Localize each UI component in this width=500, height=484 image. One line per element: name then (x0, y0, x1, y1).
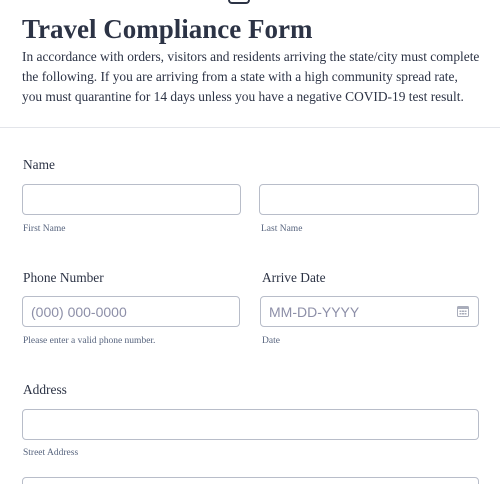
arrive-date-sublabel: Date (262, 336, 280, 346)
form-description: In accordance with orders, visitors and … (22, 49, 480, 104)
arrive-date-input[interactable] (260, 296, 479, 327)
first-name-input[interactable] (22, 184, 241, 215)
phone-sublabel: Please enter a valid phone number. (23, 336, 156, 346)
header-divider (0, 127, 500, 128)
phone-label: Phone Number (23, 270, 104, 285)
last-name-sublabel: Last Name (261, 224, 303, 234)
phone-input[interactable] (22, 296, 240, 327)
last-name-input[interactable] (259, 184, 479, 215)
address-label: Address (23, 382, 67, 397)
form-title: Travel Compliance Form (22, 14, 313, 44)
name-label: Name (23, 157, 55, 172)
first-name-sublabel: First Name (23, 224, 66, 234)
street-address-input[interactable] (22, 409, 479, 440)
street-address-line-2-input[interactable] (22, 477, 479, 484)
arrive-date-label: Arrive Date (262, 270, 326, 285)
street-address-sublabel: Street Address (23, 448, 79, 458)
calendar-icon[interactable] (457, 305, 469, 317)
form-logo (228, 0, 250, 4)
